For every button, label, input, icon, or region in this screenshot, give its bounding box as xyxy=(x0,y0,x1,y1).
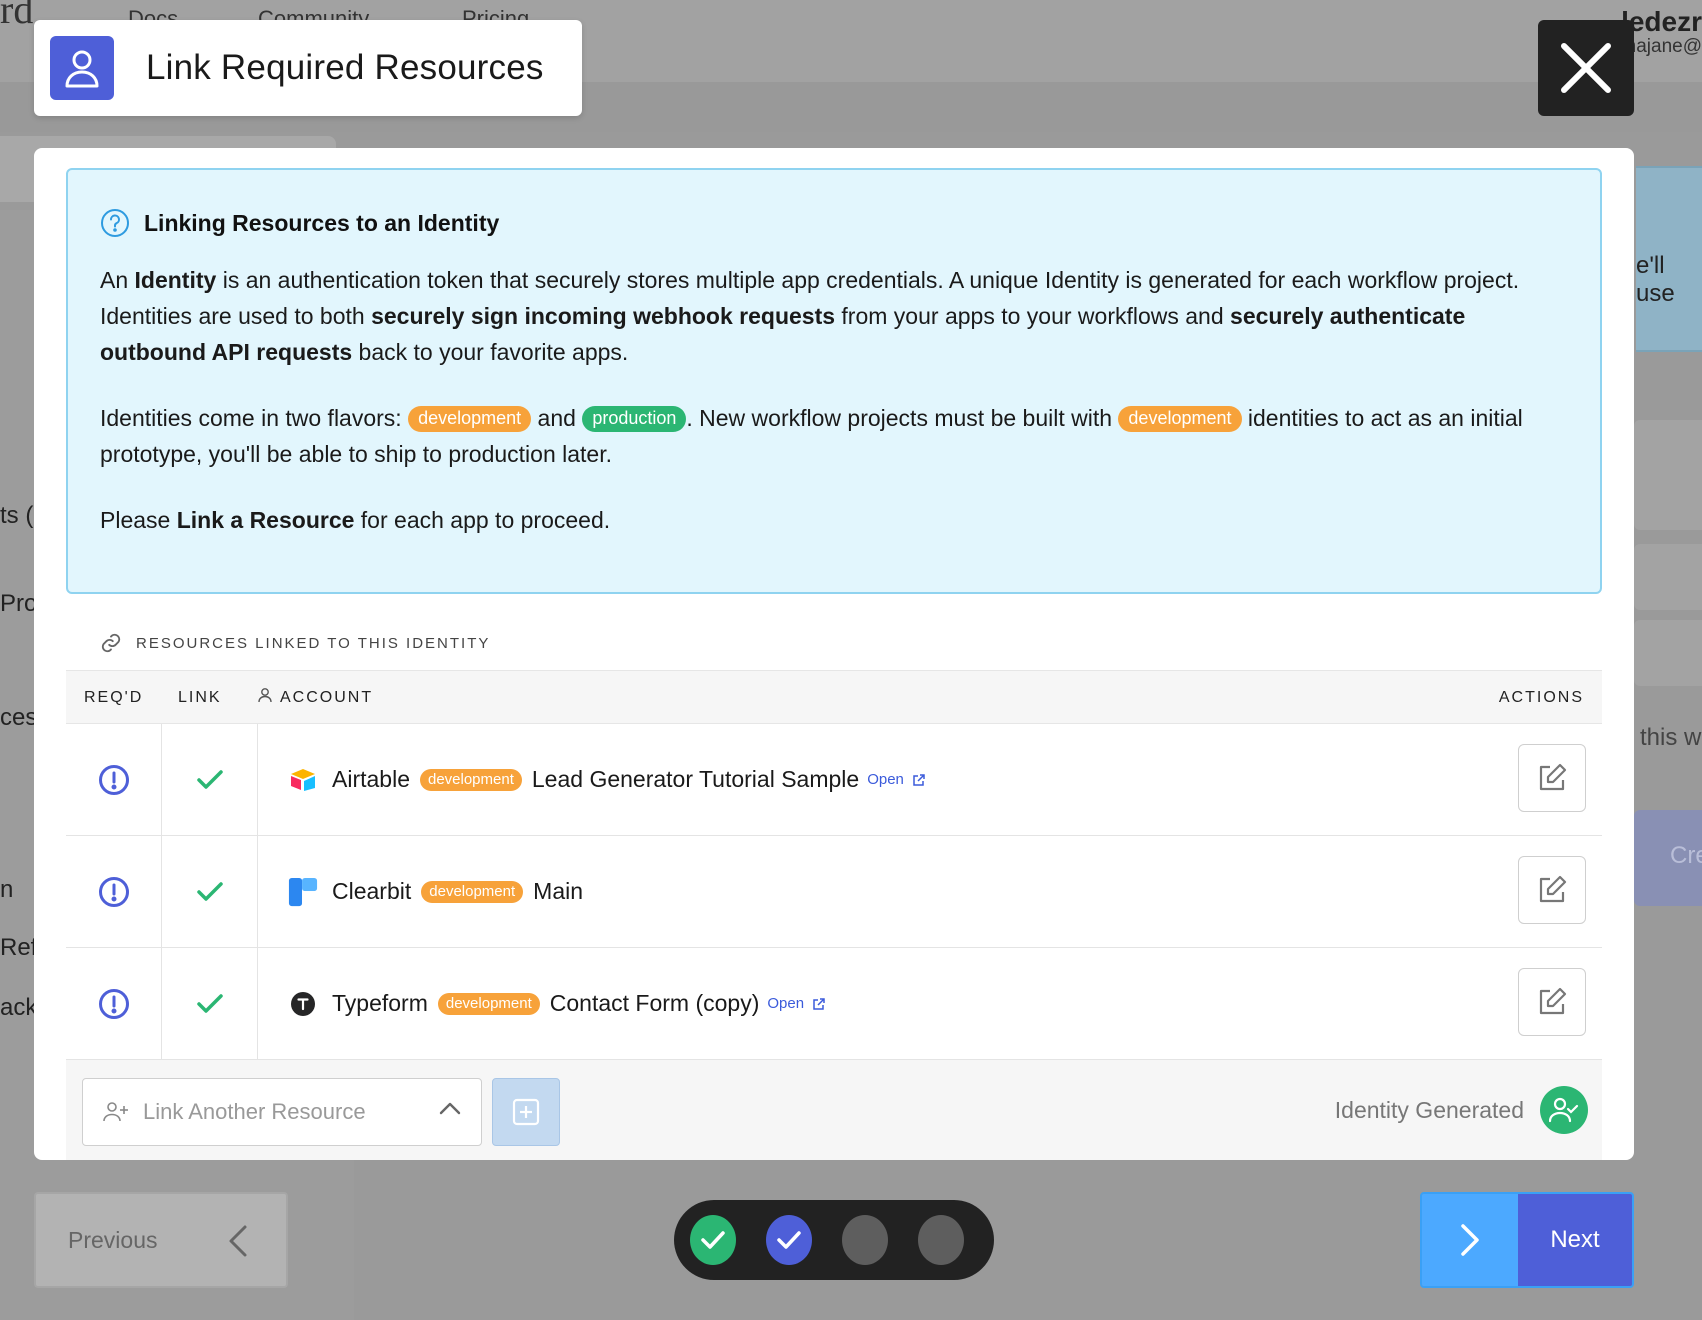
background-side-text: ack xyxy=(0,994,38,1021)
plus-square-icon xyxy=(512,1098,540,1126)
user-check-icon xyxy=(1540,1086,1588,1134)
step-1 xyxy=(690,1215,736,1265)
environment-badge: development xyxy=(437,992,540,1015)
link-cell xyxy=(162,724,258,835)
production-pill: production xyxy=(582,406,687,432)
open-link[interactable]: Open xyxy=(767,995,826,1012)
environment-badge: development xyxy=(419,768,522,791)
background-side-text: n xyxy=(0,876,14,903)
user-icon xyxy=(258,688,272,703)
background-right-box xyxy=(1634,544,1702,610)
check-icon xyxy=(196,993,223,1013)
open-link[interactable]: Open xyxy=(867,771,926,788)
link-cell xyxy=(162,836,258,947)
account-name: Lead Generator Tutorial Sample xyxy=(531,766,860,792)
development-pill: development xyxy=(408,406,532,432)
edit-button[interactable] xyxy=(1518,744,1586,812)
table-footer: Link Another Resource Identity Generated xyxy=(66,1060,1602,1160)
link-cell xyxy=(162,948,258,1059)
identity-status-label: Identity Generated xyxy=(1334,1096,1524,1123)
airtable-icon xyxy=(288,765,318,795)
progress-stepper xyxy=(674,1200,994,1280)
close-button[interactable] xyxy=(1538,20,1634,116)
add-user-icon xyxy=(103,1102,128,1122)
step-2 xyxy=(766,1215,812,1265)
typeform-icon xyxy=(288,989,318,1019)
account-cell: Clearbit development Main xyxy=(288,836,583,947)
step-3 xyxy=(842,1215,888,1265)
table-row: Airtable development Lead Generator Tuto… xyxy=(66,724,1602,836)
link-resource-placeholder: Link Another Resource xyxy=(143,1099,366,1124)
check-icon xyxy=(196,769,223,789)
app-name: Airtable xyxy=(332,766,410,792)
edit-icon xyxy=(1539,875,1567,903)
column-header-account: ACCOUNT xyxy=(258,688,373,707)
background-logo: rd xyxy=(0,0,34,32)
account-cell: Airtable development Lead Generator Tuto… xyxy=(288,724,926,835)
edit-icon xyxy=(1539,763,1567,791)
app-name: Typeform xyxy=(332,990,428,1016)
info-paragraph-proceed: Please Link a Resource for each app to p… xyxy=(100,507,611,533)
next-button[interactable]: Next xyxy=(1420,1192,1634,1288)
required-cell xyxy=(66,724,162,835)
app-name: Clearbit xyxy=(332,878,412,904)
column-header-link: LINK xyxy=(178,689,222,706)
link-resource-select[interactable]: Link Another Resource xyxy=(82,1078,482,1146)
alert-circle-icon xyxy=(98,876,129,907)
background-side-text: ces xyxy=(0,704,38,731)
background-right-box xyxy=(1634,420,1702,530)
background-user-email: najane@ xyxy=(1625,36,1702,57)
column-header-actions: ACTIONS xyxy=(1498,689,1584,706)
account-cell: Typeform development Contact Form (copy)… xyxy=(288,948,826,1059)
table-row: Clearbit development Main xyxy=(66,836,1602,948)
background-right-text: e'll use xyxy=(1636,252,1675,307)
add-resource-button[interactable] xyxy=(492,1078,560,1146)
environment-badge: development xyxy=(421,880,524,903)
background-right-box xyxy=(1634,620,1702,686)
account-name: Main xyxy=(533,878,584,904)
link-icon xyxy=(101,633,121,653)
user-icon xyxy=(50,36,114,100)
table-row: Typeform development Contact Form (copy)… xyxy=(66,948,1602,1060)
close-icon xyxy=(1561,43,1611,93)
help-circle-icon xyxy=(101,209,129,237)
edit-button[interactable] xyxy=(1518,856,1586,924)
table-header: REQ'D LINK ACCOUNT ACTIONS xyxy=(66,670,1602,724)
previous-button[interactable]: Previous xyxy=(34,1192,288,1288)
development-pill: development xyxy=(1118,406,1242,432)
check-icon xyxy=(777,1231,801,1249)
external-link-icon xyxy=(813,997,825,1010)
next-button-label: Next xyxy=(1518,1194,1632,1286)
external-link-icon xyxy=(913,773,925,786)
chevron-up-icon xyxy=(439,1102,461,1115)
chevron-left-icon xyxy=(229,1225,247,1257)
clearbit-icon xyxy=(288,877,318,907)
link-resources-modal: Linking Resources to an Identity An Iden… xyxy=(34,148,1634,1160)
alert-circle-icon xyxy=(98,764,129,795)
check-icon xyxy=(196,881,223,901)
section-label: RESOURCES LINKED TO THIS IDENTITY xyxy=(100,632,490,654)
modal-header: Link Required Resources xyxy=(34,20,582,116)
resources-table: REQ'D LINK ACCOUNT ACTIONS Airtable deve… xyxy=(66,670,1602,1060)
chevron-right-icon xyxy=(1422,1194,1518,1286)
alert-circle-icon xyxy=(98,988,129,1019)
background-side-text: Ref xyxy=(0,934,38,961)
required-cell xyxy=(66,836,162,947)
column-header-required: REQ'D xyxy=(84,689,144,706)
background-side-text: ts ( xyxy=(0,502,34,529)
check-icon xyxy=(701,1231,725,1249)
info-paragraph-identity: An Identity is an authentication token t… xyxy=(100,267,1520,365)
info-paragraph-flavors: Identities come in two flavors: developm… xyxy=(100,405,1523,467)
info-title: Linking Resources to an Identity xyxy=(144,209,500,236)
page-title: Link Required Resources xyxy=(146,48,544,87)
step-4 xyxy=(918,1215,964,1265)
account-name: Contact Form (copy) xyxy=(549,990,760,1016)
background-create-button: Cre xyxy=(1634,810,1702,906)
background-right-text: this w xyxy=(1640,724,1702,751)
edit-button[interactable] xyxy=(1518,968,1586,1036)
info-box: Linking Resources to an Identity An Iden… xyxy=(66,168,1602,594)
edit-icon xyxy=(1539,987,1567,1015)
identity-status: Identity Generated xyxy=(1335,1086,1588,1134)
required-cell xyxy=(66,948,162,1059)
